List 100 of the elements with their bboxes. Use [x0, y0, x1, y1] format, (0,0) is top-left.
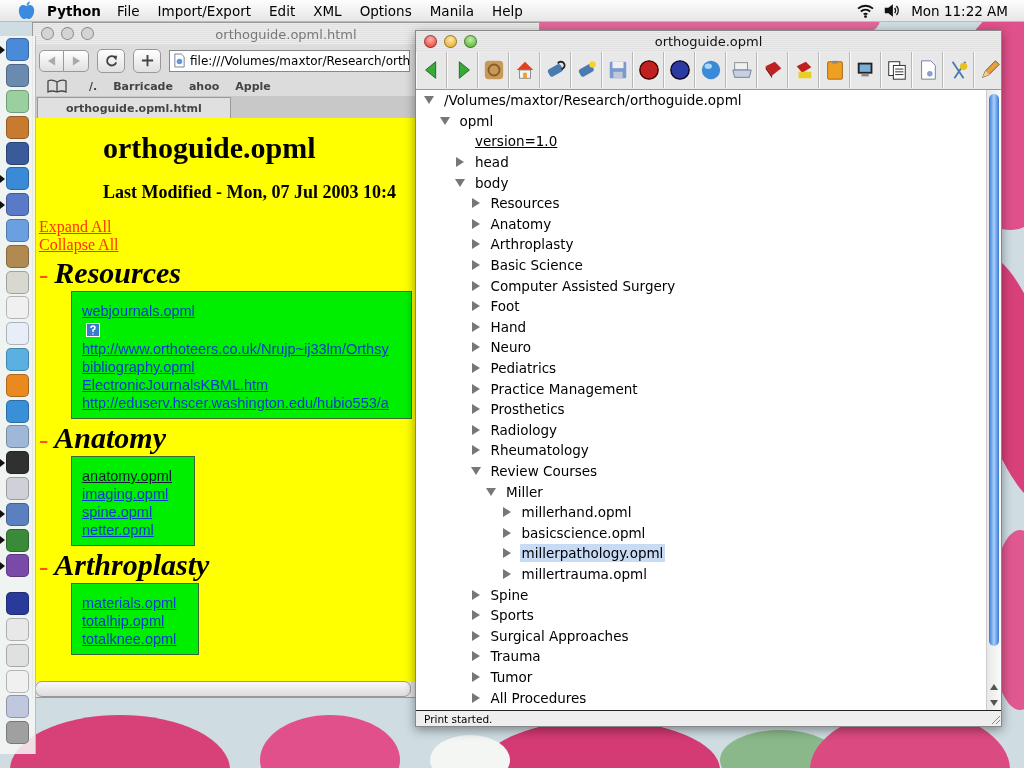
outline-item[interactable]: Rheumatology	[488, 441, 591, 460]
disclosure-triangle[interactable]	[455, 157, 465, 168]
disclosure-triangle[interactable]	[470, 342, 481, 353]
outline-item[interactable]: Computer Assisted Surgery	[488, 276, 678, 295]
disclosure-triangle[interactable]	[455, 177, 465, 188]
file-link[interactable]: http://www.orthoteers.co.uk/Nrujp~ij33lm/Orthsy	[82, 340, 389, 358]
outline-item[interactable]: Anatomy	[488, 214, 554, 233]
outline-item[interactable]: Radiology	[488, 420, 559, 439]
app-icon[interactable]	[6, 451, 29, 475]
disc-icon[interactable]	[668, 59, 691, 81]
file-link[interactable]: bibliography.opml	[82, 358, 195, 376]
disclosure-triangle[interactable]	[470, 692, 481, 703]
outline-item[interactable]: Spine	[488, 585, 531, 604]
disclosure-triangle[interactable]	[470, 383, 481, 394]
window-button[interactable]	[464, 35, 477, 48]
app-icon[interactable]	[6, 193, 29, 217]
outline-item[interactable]: Hand	[488, 317, 529, 336]
outline-item[interactable]: Foot	[488, 297, 522, 316]
horizontal-scrollbar[interactable]	[35, 681, 411, 697]
menu-item[interactable]: Import/Export	[157, 2, 252, 19]
forward-button[interactable]	[64, 49, 89, 72]
disclosure-triangle[interactable]	[501, 507, 512, 518]
outline-item[interactable]: Neuro	[488, 338, 533, 357]
menu-clock[interactable]: Mon 11:22 AM	[911, 2, 1008, 19]
disclosure-triangle[interactable]	[470, 363, 481, 373]
outline-item[interactable]: millerpathology.opml	[519, 544, 666, 563]
outline-item[interactable]: Pediatrics	[488, 359, 559, 377]
disclosure-triangle[interactable]	[424, 95, 434, 106]
outline-item[interactable]: Basic Science	[488, 256, 585, 275]
file-link[interactable]: materials.opml	[82, 594, 177, 612]
outline-item[interactable]: Arthroplasty	[488, 235, 576, 254]
disclosure-triangle[interactable]	[470, 466, 481, 476]
disclosure-triangle[interactable]	[470, 630, 481, 641]
outline-item[interactable]: Prosthetics	[488, 400, 567, 419]
outline-item[interactable]: Trauma	[488, 647, 543, 666]
file-link[interactable]: webjournals.opml	[82, 302, 195, 320]
add-bookmark-button[interactable]	[133, 48, 161, 73]
app-icon[interactable]	[6, 141, 29, 165]
window-button[interactable]	[81, 27, 94, 40]
disclosure-triangle[interactable]	[470, 301, 481, 312]
outline-item[interactable]: All Procedures	[488, 688, 589, 707]
disclosure-triangle[interactable]	[470, 671, 481, 682]
disclosure-triangle[interactable]	[470, 404, 481, 415]
apple-icon[interactable]	[18, 1, 35, 20]
disclosure-triangle[interactable]	[470, 239, 481, 250]
window-button[interactable]	[444, 35, 457, 48]
outline-item[interactable]: Miller	[504, 482, 545, 501]
menu-item[interactable]: Help	[492, 2, 523, 19]
back-button[interactable]	[39, 49, 64, 72]
outline-item[interactable]: Surgical Approaches	[488, 626, 631, 645]
file-link[interactable]: netter.opml	[82, 521, 154, 539]
disclosure-triangle[interactable]	[470, 280, 481, 291]
vertical-scrollbar[interactable]	[986, 90, 1001, 710]
outline-item[interactable]: Tumor	[488, 667, 535, 686]
disclosure-triangle[interactable]	[470, 321, 481, 332]
app-icon[interactable]	[6, 554, 29, 578]
file-link[interactable]: totalhip.opml	[82, 612, 165, 630]
file-link[interactable]: http://eduserv.hscer.washington.edu/hubio553/a	[82, 394, 389, 412]
file-link[interactable]: imaging.opml	[82, 485, 169, 503]
file-link[interactable]: ElectronicJournalsKBML.htm	[82, 376, 269, 394]
disclosure-triangle[interactable]	[501, 527, 512, 538]
outline-item[interactable]: /Volumes/maxtor/Research/orthoguide.opml	[442, 91, 744, 110]
disclosure-triangle[interactable]	[501, 568, 512, 579]
file-link[interactable]: spine.opml	[82, 503, 153, 521]
pages-icon[interactable]	[885, 59, 908, 81]
disclosure-triangle[interactable]	[470, 424, 481, 435]
outline-item[interactable]: millertrauma.opml	[519, 564, 649, 583]
outline-item[interactable]: version=1.0	[473, 132, 560, 151]
volume-icon[interactable]	[883, 3, 902, 18]
menu-item[interactable]: XML	[313, 2, 342, 19]
outline-item[interactable]: basicscience.opml	[519, 523, 648, 542]
scroll-up-icon[interactable]	[989, 682, 999, 692]
file-link[interactable]: totalknee.opml	[82, 630, 177, 648]
outline-item[interactable]: Review Courses	[488, 462, 600, 480]
menu-item[interactable]: File	[116, 2, 140, 19]
app-icon[interactable]	[6, 528, 29, 552]
outline-item[interactable]: millerhand.opml	[519, 503, 634, 522]
menu-item[interactable]: Manila	[429, 2, 474, 19]
outline-item[interactable]: head	[473, 153, 511, 172]
outline-item[interactable]: opml	[457, 111, 496, 130]
disclosure-triangle[interactable]	[470, 651, 481, 662]
disclosure-triangle[interactable]	[439, 115, 450, 126]
menu-item[interactable]: Options	[359, 2, 412, 19]
disclosure-triangle[interactable]	[470, 218, 481, 229]
bookmark-link[interactable]: /.	[89, 79, 98, 93]
scroll-down-icon[interactable]	[989, 698, 999, 708]
browser-tab[interactable]: orthoguide.opml.html	[37, 97, 231, 118]
app-menu[interactable]: Python	[47, 2, 101, 19]
window-button[interactable]	[41, 27, 54, 40]
outline-item[interactable]: Sports	[488, 606, 536, 625]
disc-icon[interactable]	[637, 59, 660, 81]
bookmark-link[interactable]: ahoo	[188, 79, 220, 93]
menu-item[interactable]: Edit	[269, 2, 296, 19]
disclosure-triangle[interactable]	[470, 589, 481, 600]
address-field[interactable]: file:///Volumes/maxtor/Research/orth	[169, 49, 410, 72]
app-icon[interactable]	[6, 592, 29, 616]
disclosure-triangle[interactable]	[470, 445, 481, 456]
disclosure-triangle[interactable]	[470, 260, 481, 271]
disclosure-triangle[interactable]	[501, 548, 512, 559]
window-button[interactable]	[424, 35, 437, 48]
